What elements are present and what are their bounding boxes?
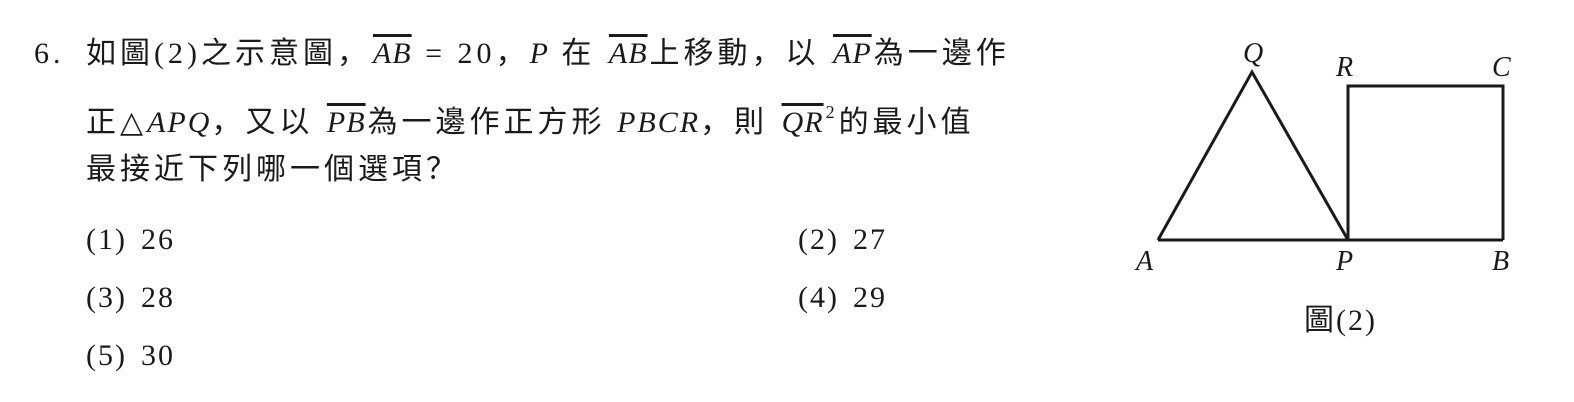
- point-label-c: C: [1492, 52, 1511, 83]
- figure-caption: 圖(2): [1304, 304, 1377, 337]
- square-pbcr-shape: [1346, 84, 1505, 240]
- triangle-apq-shape: [1156, 68, 1350, 241]
- point-label-b: B: [1492, 246, 1509, 277]
- point-label-p: P: [1335, 246, 1353, 277]
- geometry-figure: Q R C A P B 圖(2): [1134, 38, 1511, 337]
- point-label-r: R: [1335, 52, 1353, 83]
- point-label-a: A: [1134, 246, 1154, 277]
- point-label-q: Q: [1243, 38, 1263, 69]
